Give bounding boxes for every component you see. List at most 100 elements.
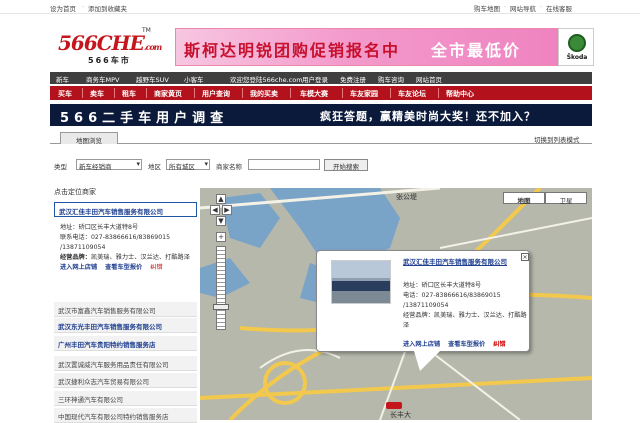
survey-banner[interactable]: 566二手车用户调查 疯狂答题，赢精美时尚大奖！还不加入？: [50, 104, 592, 126]
divider: [290, 88, 291, 98]
info-window-pointer: [414, 351, 440, 371]
add-favorite-link[interactable]: 添加到收藏夹: [88, 3, 127, 13]
nav-small-car[interactable]: 小客车: [184, 74, 204, 84]
promo-banner[interactable]: 斯柯达明锐团购促销报名中 全市最低价: [175, 28, 593, 66]
info-window-body: 地址：硚口区长丰大道特8号 电话：027-83866616/83869015 /…: [403, 281, 527, 331]
search-filters: 类型 新车经销商 地区 所有城区 商家名称 开始搜索: [52, 158, 592, 172]
dealer-detail: 地址：硚口区长丰大道特8号 联系电话：027-83866616/83869015…: [54, 220, 197, 292]
nav-consult[interactable]: 购车咨询: [378, 74, 404, 84]
map-type-map-button[interactable]: 地图: [503, 192, 545, 205]
dealer-item[interactable]: 武汉市富鑫汽车销售服务有限公司: [54, 302, 197, 317]
logo-subtitle: 566车市: [88, 56, 131, 65]
nav-user-query[interactable]: 用户查询: [202, 89, 230, 99]
nav-mpv[interactable]: 商务车MPV: [86, 74, 119, 84]
map-zoom-control: ▲ ◀ ▶ ▼ +: [210, 194, 232, 334]
dealer-list-title: 点击定位商家: [54, 188, 96, 196]
skoda-emblem-icon: [568, 34, 586, 52]
car-map-link[interactable]: 购车地图: [474, 3, 500, 13]
dealer-item[interactable]: 武汉东光丰田汽车销售服务有限公司: [54, 318, 197, 333]
logo-wordmark: 566CHE.com: [58, 31, 162, 55]
pan-down-icon[interactable]: ▼: [216, 216, 226, 226]
info-brands: 经营品牌：凯美瑞、雅力士、汉兰达、打酷路泽: [403, 312, 527, 329]
nav-login[interactable]: 用户登录: [302, 74, 328, 84]
dealer-photo: [331, 260, 391, 304]
set-home-link[interactable]: 设为首页: [50, 3, 76, 13]
nav-model-contest[interactable]: 车模大赛: [300, 89, 328, 99]
pan-up-icon[interactable]: ▲: [216, 194, 226, 204]
info-window-title[interactable]: 武汉汇佳丰田汽车销售服务有限公司: [403, 257, 523, 267]
pan-right-icon[interactable]: ▶: [222, 205, 232, 215]
type-label: 类型: [54, 163, 67, 171]
nav-buy[interactable]: 买车: [58, 89, 72, 99]
map-type-satellite-button[interactable]: 卫星: [545, 192, 587, 205]
banner-price-text: 全市最低价: [431, 41, 522, 60]
nav-register[interactable]: 免费注册: [340, 74, 366, 84]
welcome-text: 欢迎您登陆566che.com: [230, 76, 303, 84]
dealer-phone: 联系电话：027-83866616/83869015 /13871109054: [60, 234, 171, 251]
map-type-switch: 地图 卫星: [503, 192, 587, 205]
dealer-item-selected[interactable]: 武汉汇佳丰田汽车销售服务有限公司: [54, 202, 197, 217]
nav-sell[interactable]: 卖车: [90, 89, 104, 99]
divider: [114, 88, 115, 98]
zoom-slider-track[interactable]: [216, 246, 226, 330]
survey-tagline: 疯狂答题，赢精美时尚大奖！还不加入？: [320, 110, 536, 123]
dealer-item[interactable]: 广州丰田汽车贵阳特约销售服务店: [54, 336, 197, 351]
divider: [390, 88, 391, 98]
dealer-name-input[interactable]: [248, 159, 320, 170]
view-tabs-bar: [50, 132, 592, 144]
secondary-nav: 新车 商务车MPV 越野车SUV 小客车 欢迎您登陆566che.com 用户登…: [50, 72, 592, 84]
nav-car-club[interactable]: 车友家园: [350, 89, 378, 99]
map-label-zhangongdi: 张公堤: [396, 193, 417, 201]
nav-suv[interactable]: 越野车SUV: [136, 74, 169, 84]
dealer-item[interactable]: 中国现代汽车有限公司特约销售服务店: [54, 408, 197, 423]
zoom-slider-thumb[interactable]: [213, 304, 229, 310]
divider: ·: [540, 3, 543, 11]
dealer-address: 地址：硚口区长丰大道特8号: [60, 224, 139, 231]
info-view-prices-link[interactable]: 查看车型报价: [448, 341, 485, 348]
map-info-window: × 武汉汇佳丰田汽车销售服务有限公司 地址：硚口区长丰大道特8号 电话：027-…: [316, 250, 530, 352]
area-label: 地区: [148, 163, 161, 171]
nav-new-car[interactable]: 新车: [56, 74, 69, 84]
tab-map-browse[interactable]: 地图浏览: [60, 132, 118, 145]
online-service-link[interactable]: 在线客服: [546, 3, 572, 13]
type-select[interactable]: 新车经销商: [76, 159, 142, 171]
divider: [438, 88, 439, 98]
site-guide-link[interactable]: 网站导航: [510, 3, 536, 13]
skoda-brand-label: Škoda: [566, 54, 588, 61]
view-prices-link[interactable]: 查看车型报价: [105, 264, 142, 271]
nav-rent[interactable]: 租车: [122, 89, 136, 99]
info-address: 地址：硚口区长丰大道特8号: [403, 282, 482, 289]
nav-yellow-pages[interactable]: 商家黄页: [154, 89, 182, 99]
dealer-brands: 经营品牌：凯美瑞、雅力士、汉兰达、打酷路泽: [60, 254, 190, 261]
pan-left-icon[interactable]: ◀: [210, 205, 220, 215]
divider: [146, 88, 147, 98]
zoom-in-icon[interactable]: +: [216, 232, 226, 242]
divider: [342, 88, 343, 98]
dealer-name-label: 商家名称: [216, 163, 242, 171]
nav-help[interactable]: 帮助中心: [446, 89, 474, 99]
search-button[interactable]: 开始搜索: [324, 159, 368, 171]
enter-store-link[interactable]: 进入网上店铺: [60, 264, 97, 271]
nav-forum[interactable]: 车友论坛: [398, 89, 426, 99]
main-nav: 买车 卖车 租车 商家黄页 用户查询 我的买卖 车模大赛 车友家园 车友论坛 帮…: [50, 86, 592, 100]
dealer-item[interactable]: 三环神通汽车有限公司: [54, 391, 197, 406]
divider: ·: [82, 3, 85, 11]
divider: [82, 88, 83, 98]
skoda-logo: Škoda: [558, 28, 594, 66]
report-error-link[interactable]: 纠错: [150, 264, 162, 271]
site-logo[interactable]: 566CHE.com TM 566车市: [58, 27, 162, 67]
divider: ·: [504, 3, 507, 11]
map-label-changfeng: 长丰大: [390, 411, 411, 419]
nav-my-trades[interactable]: 我的买卖: [250, 89, 278, 99]
info-report-error-link[interactable]: 纠错: [493, 341, 505, 348]
info-enter-store-link[interactable]: 进入网上店铺: [403, 341, 440, 348]
area-select[interactable]: 所有城区: [166, 159, 210, 171]
trademark-mark: TM: [142, 27, 151, 34]
dealer-item[interactable]: 武汉置诚威汽车服务用品责任有限公司: [54, 356, 197, 371]
survey-title: 566二手车用户调查: [60, 111, 229, 126]
banner-headline: 斯柯达明锐团购促销报名中: [184, 41, 401, 60]
nav-home[interactable]: 网站首页: [416, 74, 442, 84]
divider: [242, 88, 243, 98]
dealer-item[interactable]: 武汉捷利众志汽车贸易有限公司: [54, 373, 197, 388]
switch-to-list-link[interactable]: 切换到列表模式: [534, 134, 580, 144]
